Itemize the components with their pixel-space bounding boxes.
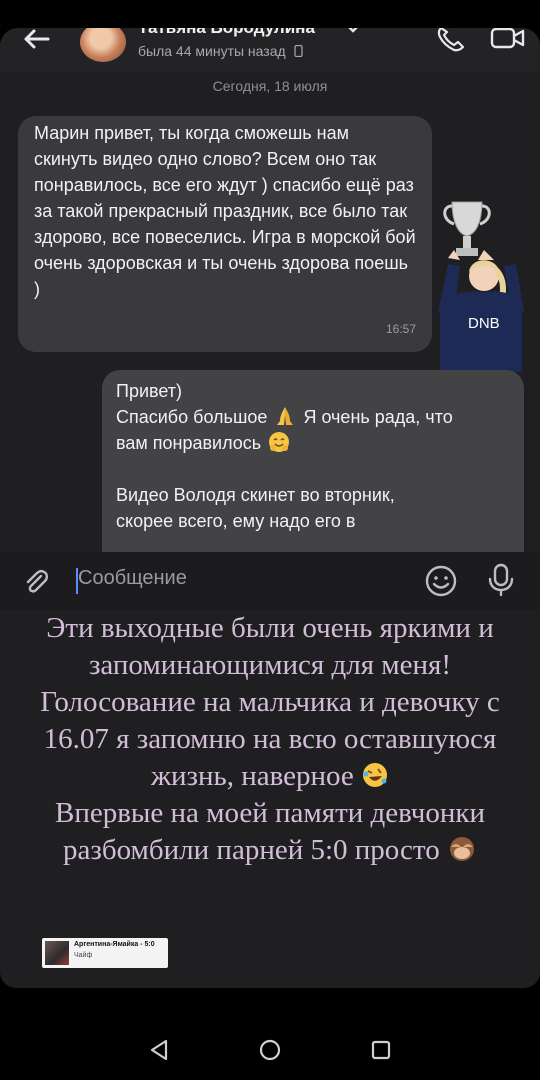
caption-line: Эти выходные были очень яркими и <box>46 612 494 644</box>
avatar[interactable] <box>80 28 126 62</box>
video-caption-overlay: Эти выходные были очень яркими и запомин… <box>0 610 540 869</box>
paperclip-icon[interactable] <box>20 566 52 598</box>
system-navigation-bar <box>0 1010 540 1080</box>
track-artist: Чайф <box>74 952 93 959</box>
incoming-message[interactable]: Марин привет, ты когда сможешь нам скину… <box>18 116 432 352</box>
caption-text-part: жизнь, наверное <box>150 760 354 792</box>
rolling-laugh-emoji-icon <box>363 763 388 787</box>
caption-line: Голосование на мальчика и девочку с <box>40 686 500 718</box>
chat-header: Татьяна Бородулина была 44 минуты назад <box>0 28 540 72</box>
album-cover <box>45 941 69 965</box>
outgoing-message[interactable]: Привет) Спасибо большое Я очень рада, чт… <box>102 370 524 570</box>
music-track-chip[interactable]: Аргентина-Ямайка - 5:0 Чайф <box>42 938 168 968</box>
nav-back-triangle-icon[interactable] <box>148 1038 170 1062</box>
nav-home-circle-icon[interactable] <box>258 1038 282 1062</box>
smile-icon[interactable] <box>424 564 458 598</box>
arrow-left-icon[interactable] <box>18 28 58 50</box>
message-composer: Сообщение <box>0 552 540 610</box>
video-camera-icon[interactable] <box>490 28 526 50</box>
message-input[interactable]: Сообщение <box>78 567 187 590</box>
nav-recents-square-icon[interactable] <box>370 1039 392 1061</box>
message-text: Марин привет, ты когда сможешь нам скину… <box>34 123 416 299</box>
message-line: скорее всего, ему надо его в <box>116 511 356 531</box>
hugging-face-emoji-icon <box>269 432 290 452</box>
date-separator: Сегодня, 18 июля <box>212 78 328 94</box>
message-text-part: вам понравилось <box>116 433 262 453</box>
trophy-sticker[interactable]: DNB <box>434 200 526 372</box>
caption-line: запоминающимися для меня! <box>88 649 452 681</box>
message-line: Видео Володя скинет во вторник, <box>116 485 395 505</box>
last-seen-status: была 44 минуты назад <box>138 43 303 59</box>
phone-device-icon <box>293 44 303 58</box>
message-line: Спасибо большое Я очень рада, что <box>116 404 510 430</box>
caption-line: 16.07 я запомню на всю оставшуюся <box>43 723 497 755</box>
message-line: вам понравилось <box>116 430 510 456</box>
caption-line: жизнь, наверное <box>0 758 540 795</box>
screen: Татьяна Бородулина была 44 минуты назад … <box>0 28 540 988</box>
caption-text-part: разбомбили парней 5:0 просто <box>63 834 440 866</box>
contact-name[interactable]: Татьяна Бородулина <box>138 28 315 38</box>
chevron-down-icon[interactable] <box>346 28 360 34</box>
message-gap <box>116 456 510 482</box>
message-text-part: Спасибо большое <box>116 407 268 427</box>
see-no-evil-monkey-emoji-icon <box>449 837 474 861</box>
message-line: Привет) <box>116 381 183 401</box>
microphone-icon[interactable] <box>484 562 518 598</box>
message-text-part: Я очень рада, что <box>303 407 453 427</box>
message-time: 16:57 <box>385 322 416 336</box>
caption-line: разбомбили парней 5:0 просто <box>0 832 540 869</box>
phone-icon[interactable] <box>434 28 466 52</box>
track-title: Аргентина-Ямайка - 5:0 <box>74 941 155 948</box>
jersey-text: DNB <box>468 315 500 332</box>
caption-line: Впервые на моей памяти девчонки <box>55 797 485 829</box>
praying-hands-emoji-icon <box>277 407 294 425</box>
